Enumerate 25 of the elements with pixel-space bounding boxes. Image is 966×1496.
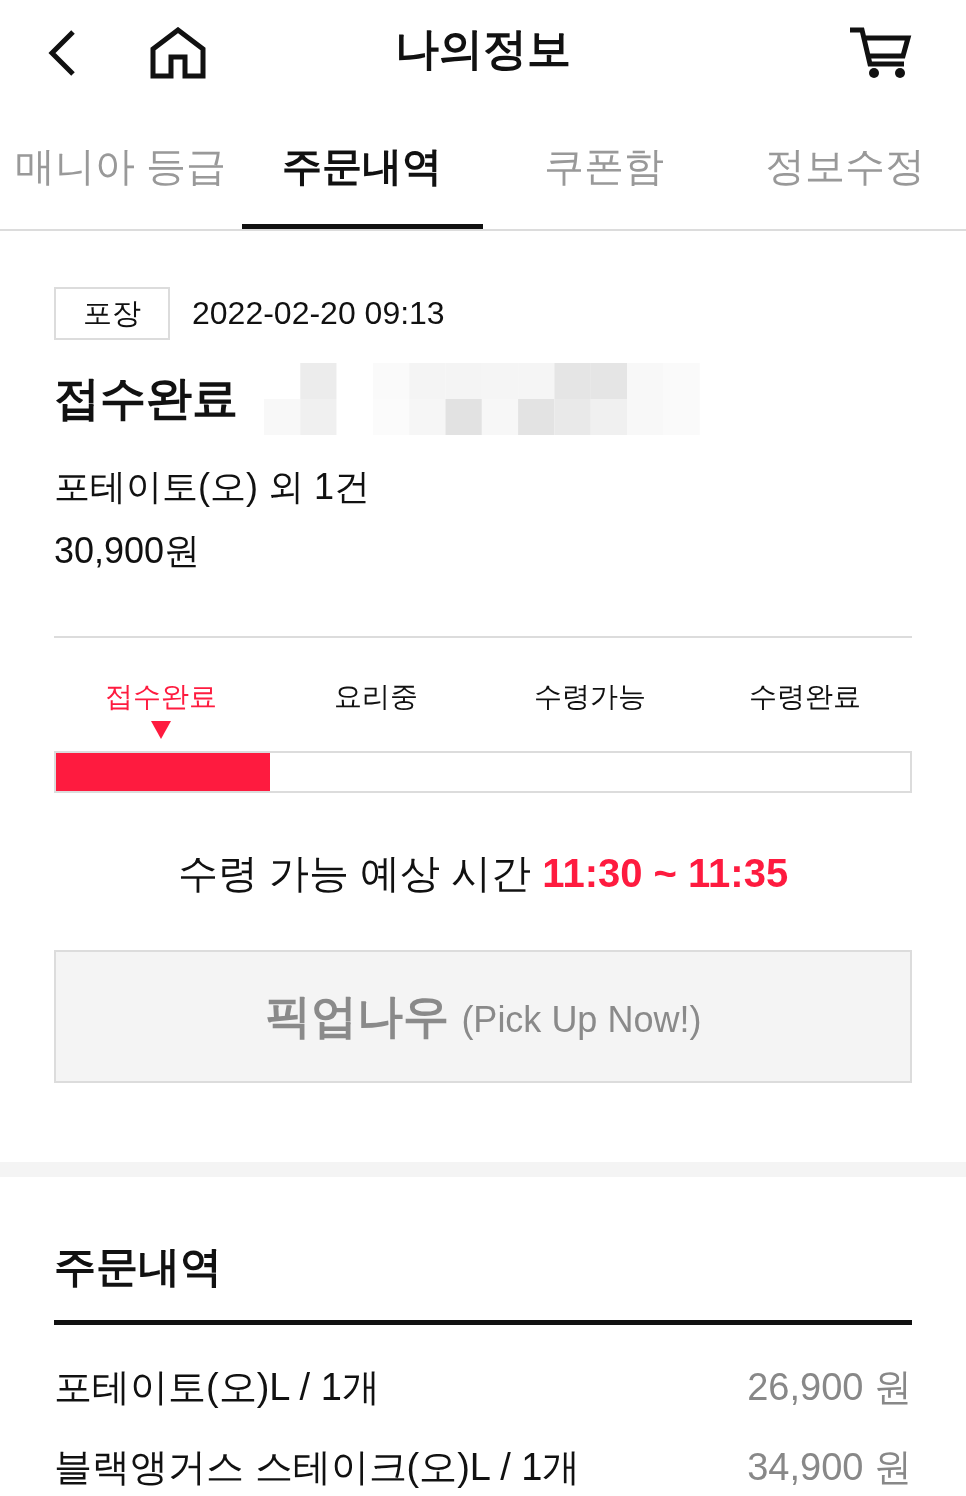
progress-step-label: 접수완료 [105, 680, 218, 714]
progress-step-label: 요리중 [333, 680, 418, 714]
pickup-estimate-label: 수령 가능 예상 시간 [177, 851, 532, 895]
order-type-tag: 포장 [54, 287, 170, 340]
tab[interactable]: 정보수정 [724, 105, 966, 229]
step-marker-icon [151, 721, 172, 739]
order-status: 접수완료 [54, 371, 238, 426]
tab[interactable]: 쿠폰함 [483, 105, 725, 229]
cart-icon[interactable] [848, 25, 912, 80]
order-summary: 포테이토(오) 외 1건 [54, 465, 370, 509]
tab[interactable]: 주문내역 [241, 105, 483, 229]
back-icon[interactable] [47, 27, 77, 78]
item-price: 34,900 원 [747, 1444, 912, 1490]
order-datetime: 2022-02-20 09:13 [192, 295, 445, 332]
page-title: 나의정보 [395, 22, 571, 74]
pickup-time: 11:30 ~ 11:35 [542, 851, 789, 895]
section-title: 주문내역 [54, 1242, 222, 1292]
order-total: 30,900원 [54, 529, 201, 573]
home-icon[interactable] [150, 26, 206, 79]
progress-step-label: 수령완료 [748, 680, 861, 714]
item-name: 포테이토(오)L / 1개 [54, 1364, 380, 1410]
progress-step-label: 수령가능 [534, 680, 647, 714]
tab[interactable]: 매니아 등급 [0, 105, 242, 229]
item-price: 26,900 원 [747, 1364, 912, 1410]
item-name: 블랙앵거스 스테이크(오)L / 1개 [54, 1444, 581, 1490]
